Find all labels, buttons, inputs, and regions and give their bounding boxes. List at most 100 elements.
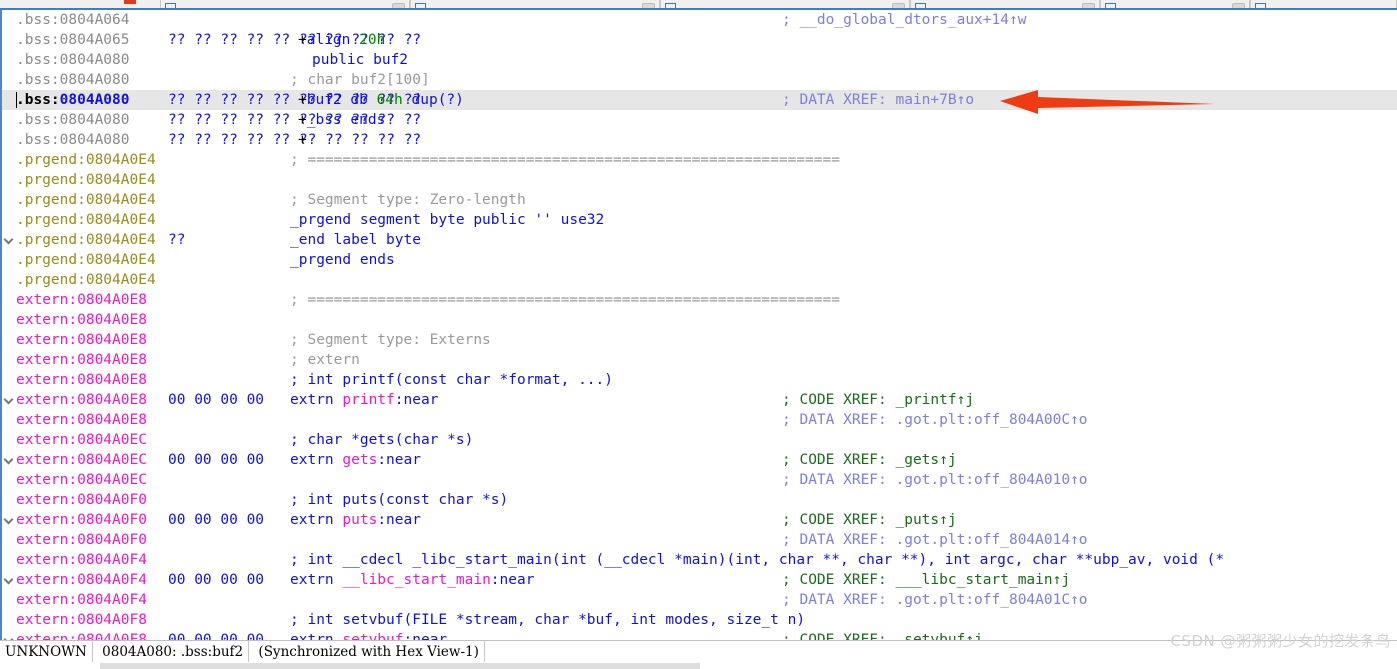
disasm-line[interactable]: extern:0804A0F0 ; int puts(const char *s) bbox=[2, 490, 1397, 510]
disasm-line[interactable]: extern:0804A0E8 00 00 00 00 extrn printf:n… bbox=[2, 390, 1397, 410]
disasm-line[interactable]: extern:0804A0E8 ; extern bbox=[2, 350, 1397, 370]
line-address: .bss:0804A064 bbox=[16, 12, 130, 28]
code-symbol[interactable]: printf bbox=[342, 392, 394, 408]
disasm-line[interactable]: .bss:0804A080 ?? ?? ?? ?? ?? ?? ?? ?? ?? … bbox=[2, 130, 1397, 150]
disasm-line[interactable]: .prgend:0804A0E4 _prgend segment byte pub… bbox=[2, 210, 1397, 230]
disasm-line[interactable]: extern:0804A0E8 bbox=[2, 310, 1397, 330]
line-bytes: 00 00 00 00 bbox=[168, 632, 265, 640]
line-address: .bss:0804A065 bbox=[16, 32, 130, 48]
status-location: 0804A080: .bss:buf2 bbox=[97, 641, 250, 663]
code-comment: ; extern bbox=[290, 352, 360, 368]
line-xref-comment[interactable]: ; DATA XREF: .got.plt:off_804A00C↑o bbox=[782, 410, 1088, 430]
line-address: .prgend:0804A0E4 bbox=[16, 252, 156, 268]
line-address: .prgend:0804A0E4 bbox=[16, 152, 156, 168]
disasm-line[interactable]: extern:0804A0E8 ; =======================… bbox=[2, 290, 1397, 310]
line-bytes: ?? ?? ?? ?? ?? ?? ?? ?? ?? ?? bbox=[168, 132, 422, 148]
horizontal-scrollbar[interactable] bbox=[100, 663, 700, 669]
disasm-line[interactable]: extern:0804A0F4 00 00 00 00 extrn __libc_s… bbox=[2, 570, 1397, 590]
csdn-watermark: CSDN @粥粥粥少女的挖发条鸟 bbox=[1170, 632, 1391, 650]
code-text: ; int printf(const char *format, ...) bbox=[290, 372, 614, 388]
disasm-line[interactable]: extern:0804A0E8 ; Segment type: Externs bbox=[2, 330, 1397, 350]
line-address: extern:0804A0E8 bbox=[16, 332, 147, 348]
disasm-line[interactable]: .bss:0804A080 ?? ?? ?? ?? ?? ?? ?? ?? ?? … bbox=[2, 110, 1397, 130]
tab-hex-view-1[interactable]: Hex View-1 bbox=[410, 0, 660, 8]
line-address: extern:0804A0E8 bbox=[16, 312, 147, 328]
disasm-line[interactable]: .prgend:0804A0E4 bbox=[2, 170, 1397, 190]
line-xref-comment[interactable]: ; DATA XREF: .got.plt:off_804A010↑o bbox=[782, 470, 1088, 490]
close-all-icon[interactable] bbox=[124, 0, 136, 4]
line-address: extern:0804A0F4 bbox=[16, 592, 147, 608]
line-xref-comment[interactable]: ; DATA XREF: .got.plt:off_804A014↑o bbox=[782, 530, 1088, 550]
line-address: extern:0804A0F8 bbox=[16, 632, 147, 640]
line-code: ; extern bbox=[290, 350, 360, 370]
line-xref-comment[interactable]: ; CODE XREF: _gets↑j bbox=[782, 450, 957, 470]
line-xref-comment[interactable]: ; CODE XREF: _printf↑j bbox=[782, 390, 974, 410]
tab-enums[interactable]: Enums bbox=[910, 0, 1100, 8]
line-address: extern:0804A0EC bbox=[16, 452, 147, 468]
disasm-line[interactable]: .prgend:0804A0E4 bbox=[2, 270, 1397, 290]
disasm-line[interactable]: extern:0804A0F0 ; DATA XREF: .got.plt:off… bbox=[2, 530, 1397, 550]
line-bytes: ?? bbox=[168, 232, 186, 248]
disasm-line[interactable]: extern:0804A0EC ; char *gets(char *s) bbox=[2, 430, 1397, 450]
line-bytes: ?? ?? ?? ?? ?? ?? ?? ?? ?? ?? bbox=[168, 92, 422, 108]
line-address: .bss:0804A080 bbox=[16, 72, 130, 88]
line-code: _prgend ends bbox=[290, 250, 395, 270]
line-code: ; int printf(const char *format, ...) bbox=[290, 370, 613, 390]
code-operand: :near bbox=[490, 572, 535, 588]
code-symbol[interactable]: __libc_start_main bbox=[342, 572, 490, 588]
disasm-line[interactable]: .prgend:0804A0E4 _prgend ends bbox=[2, 250, 1397, 270]
line-address: .prgend:0804A0E4 bbox=[16, 172, 156, 188]
tab-structures[interactable]: Structures bbox=[660, 0, 910, 8]
disasm-line[interactable]: extern:0804A0EC 00 00 00 00 extrn gets:nea… bbox=[2, 450, 1397, 470]
code-symbol[interactable]: setvbuf bbox=[342, 632, 403, 640]
code-plus: + bbox=[298, 132, 307, 148]
disasm-line[interactable]: extern:0804A0F8 ; int setvbuf(FILE *strea… bbox=[2, 610, 1397, 630]
disasm-line[interactable]: .bss:0804A080 ?? ?? ?? ?? ?? ?? ?? ?? ?? … bbox=[2, 90, 1397, 110]
disasm-line[interactable]: .bss:0804A065 ?? ?? ?? ?? ?? ?? ?? ?? ?? … bbox=[2, 30, 1397, 50]
line-address: .prgend:0804A0E4 bbox=[16, 232, 156, 248]
line-code: +_bss ends bbox=[298, 110, 385, 130]
code-symbol[interactable]: gets bbox=[342, 452, 377, 468]
line-address: extern:0804A0F0 bbox=[16, 512, 147, 528]
line-code: +buf2 db 64h dup(?) bbox=[298, 90, 464, 110]
line-address: .bss:0804A080 bbox=[16, 112, 130, 128]
code-text: public buf2 bbox=[312, 52, 409, 68]
line-code: ; ======================================… bbox=[290, 150, 840, 170]
disasm-line[interactable]: extern:0804A0E8 ; int printf(const char *… bbox=[2, 370, 1397, 390]
line-xref-comment[interactable]: ; DATA XREF: main+7B↑o bbox=[782, 90, 974, 110]
disasm-line[interactable]: extern:0804A0F4 ; int __cdecl _libc_start… bbox=[2, 550, 1397, 570]
line-xref-comment[interactable]: ; DATA XREF: .got.plt:off_804A01C↑o bbox=[782, 590, 1088, 610]
code-text: ; int puts(const char *s) bbox=[290, 492, 509, 508]
disasm-line[interactable]: .bss:0804A064 ; __do_global_dtors_aux+14↑… bbox=[2, 10, 1397, 30]
disasm-line[interactable]: .bss:0804A080 ; char buf2[100] bbox=[2, 70, 1397, 90]
disasm-line[interactable]: extern:0804A0F4 ; DATA XREF: .got.plt:off… bbox=[2, 590, 1397, 610]
disasm-line[interactable]: .prgend:0804A0E4 ; ======================… bbox=[2, 150, 1397, 170]
line-code: _prgend segment byte public '' use32 bbox=[290, 210, 604, 230]
line-address: extern:0804A0EC bbox=[16, 472, 147, 488]
disasm-line[interactable]: .prgend:0804A0E4 ; Segment type: Zero-len… bbox=[2, 190, 1397, 210]
code-text: ; int setvbuf(FILE *stream, char *buf, i… bbox=[290, 612, 806, 628]
line-bytes: 00 00 00 00 bbox=[168, 452, 265, 468]
tab-imports[interactable]: Imports bbox=[1100, 0, 1250, 8]
line-xref-comment[interactable]: ; CODE XREF: _puts↑j bbox=[782, 510, 957, 530]
line-xref-comment[interactable]: ; __do_global_dtors_aux+14↑w bbox=[782, 10, 1026, 30]
line-address: extern:0804A0F0 bbox=[16, 532, 147, 548]
status-mode: UNKNOWN bbox=[0, 641, 93, 663]
disasm-line[interactable]: .prgend:0804A0E4?? _end label byte bbox=[2, 230, 1397, 250]
line-code: ; Segment type: Externs bbox=[290, 330, 491, 350]
line-xref-comment[interactable]: ; CODE XREF: ___libc_start_main↑j bbox=[782, 570, 1070, 590]
code-plus: + bbox=[298, 112, 307, 128]
line-xref-comment[interactable]: ; CODE XREF: _setvbuf↑j bbox=[782, 630, 983, 640]
code-symbol[interactable]: puts bbox=[342, 512, 377, 528]
tab-ida-view-a[interactable]: IDA View-A bbox=[160, 0, 410, 8]
disassembly-view[interactable]: .bss:0804A064 ; __do_global_dtors_aux+14↑… bbox=[0, 10, 1397, 640]
tab-exports[interactable]: Exports bbox=[1250, 0, 1397, 8]
disasm-line[interactable]: extern:0804A0E8 ; DATA XREF: .got.plt:off… bbox=[2, 410, 1397, 430]
code-plus: + bbox=[298, 32, 307, 48]
line-address: .bss:0804A080 bbox=[16, 52, 130, 68]
disasm-line[interactable]: .bss:0804A080 public buf2 bbox=[2, 50, 1397, 70]
disasm-line[interactable]: extern:0804A0EC ; DATA XREF: .got.plt:off… bbox=[2, 470, 1397, 490]
disasm-line[interactable]: extern:0804A0F0 00 00 00 00 extrn puts:nea… bbox=[2, 510, 1397, 530]
code-text: buf2 db bbox=[306, 92, 377, 108]
code-comment: ; Segment type: Zero-length bbox=[290, 192, 526, 208]
